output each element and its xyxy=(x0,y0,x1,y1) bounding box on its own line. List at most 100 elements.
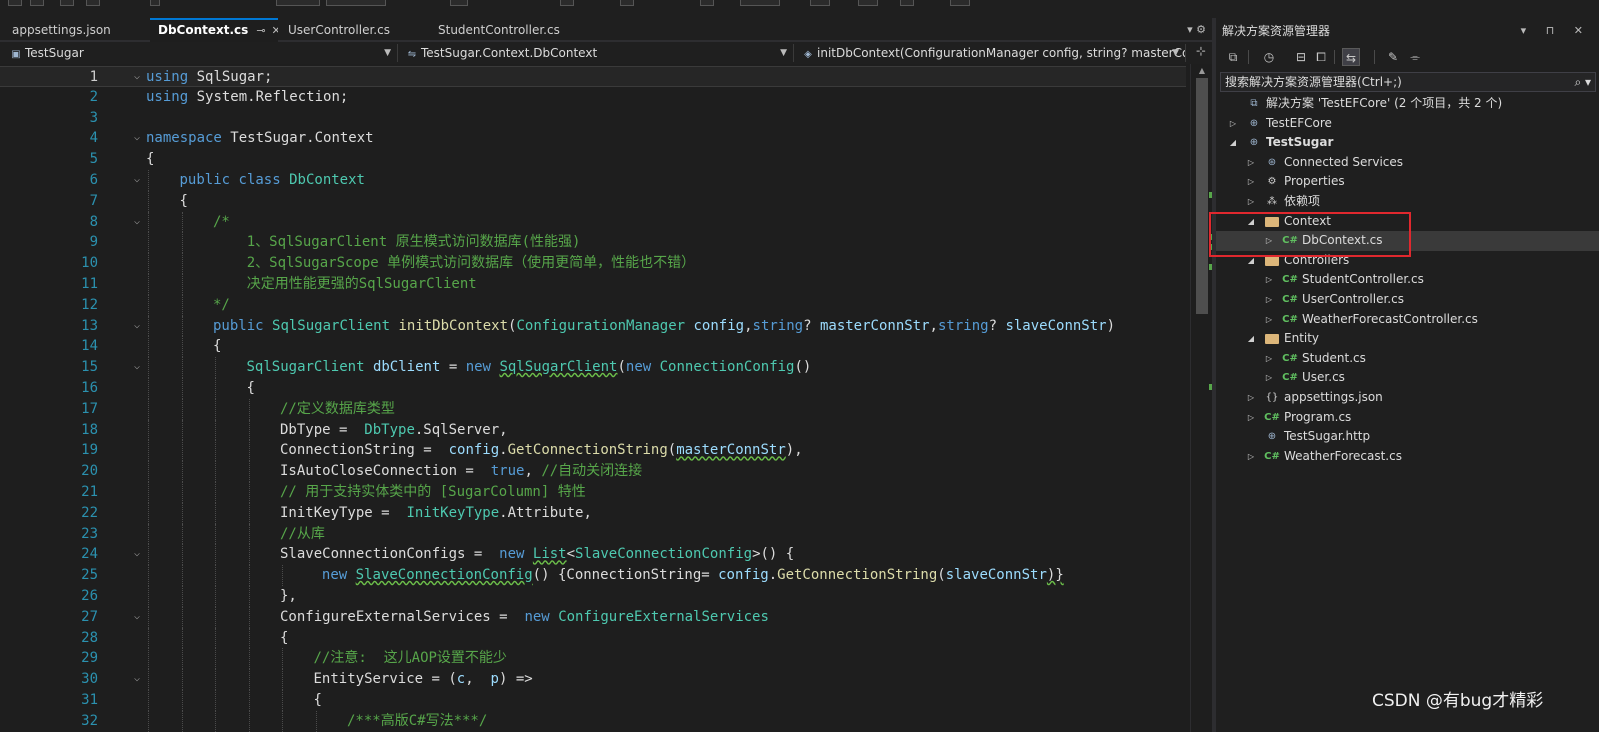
member-selector[interactable]: ◈ initDbContext(ConfigurationManager conf… xyxy=(798,44,1186,62)
collapsed-arrow-icon[interactable]: ▷ xyxy=(1246,447,1256,467)
fold-toggle-icon[interactable]: ⌵ xyxy=(130,170,144,191)
vs-icon[interactable]: ⧉ xyxy=(1224,48,1242,66)
tree-item[interactable]: ▷ C# Student.cs xyxy=(1216,349,1599,369)
tree-item[interactable]: ◢ Entity xyxy=(1216,329,1599,349)
toolbar-button[interactable] xyxy=(86,0,100,6)
fold-toggle-icon[interactable]: ⌵ xyxy=(130,128,144,149)
tab-studentcontroller-cs[interactable]: StudentController.cs xyxy=(430,18,598,42)
code-line[interactable]: 15 ⌵ SqlSugarClient dbClient = new SqlSuga… xyxy=(0,357,1186,378)
vertical-scrollbar[interactable]: ▲ xyxy=(1190,64,1212,732)
code-line[interactable]: 18 DbType = DbType.SqlServer, xyxy=(0,419,1186,441)
tab-usercontroller-cs[interactable]: UserController.cs xyxy=(280,18,430,42)
toolbar-button[interactable] xyxy=(450,0,468,6)
code-line[interactable]: 25 new SlaveConnectionConfig() {Connecti… xyxy=(0,565,1186,586)
expanded-arrow-icon[interactable]: ◢ xyxy=(1228,133,1238,153)
collapsed-arrow-icon[interactable]: ▷ xyxy=(1246,153,1256,173)
tree-item[interactable]: ▷ {} appsettings.json xyxy=(1216,388,1599,408)
tree-item[interactable]: ▷ ⊛ Connected Services xyxy=(1216,153,1599,173)
toolbar-button[interactable] xyxy=(60,0,74,6)
toolbar-button[interactable] xyxy=(858,0,878,6)
project-selector[interactable]: ▣ TestSugar ▼ xyxy=(6,44,398,62)
tab-overflow-settings-icon[interactable]: ▾ ⚙ xyxy=(1187,18,1206,42)
fold-toggle-icon[interactable]: ⌵ xyxy=(130,357,144,378)
code-line[interactable]: 8 ⌵ /* xyxy=(0,211,1186,233)
toolbar-button[interactable] xyxy=(700,0,714,6)
code-line[interactable]: 31 { xyxy=(0,690,1186,711)
code-line[interactable]: 14 { xyxy=(0,336,1186,358)
collapsed-arrow-icon[interactable]: ▷ xyxy=(1264,290,1274,310)
collapsed-arrow-icon[interactable]: ▷ xyxy=(1246,172,1256,192)
collapsed-arrow-icon[interactable]: ▷ xyxy=(1264,310,1274,330)
code-line[interactable]: 4 ⌵ namespace TestSugar.Context xyxy=(0,128,1186,149)
code-line[interactable]: 11 决定用性能更强的SqlSugarClient xyxy=(0,274,1186,295)
pin-icon[interactable]: ⊸ xyxy=(256,21,265,41)
toolbar-button[interactable] xyxy=(620,0,634,6)
solution-search-input[interactable] xyxy=(1221,73,1561,91)
wrench-icon[interactable]: ✎ xyxy=(1384,48,1402,66)
tree-item[interactable]: ▷ C# UserController.cs xyxy=(1216,290,1599,310)
properties-icon[interactable]: ⌯ xyxy=(1406,48,1424,66)
code-line[interactable]: 22 InitKeyType = InitKeyType.Attribute, xyxy=(0,502,1186,524)
toolbar-button[interactable] xyxy=(326,0,386,6)
history-icon[interactable]: ◷ xyxy=(1260,48,1278,66)
collapse-icon[interactable]: ⊟ xyxy=(1292,48,1310,66)
search-icon[interactable]: ⌕ ▾ xyxy=(1574,73,1591,91)
code-line[interactable]: 13 ⌵ public SqlSugarClient initDbContext(C… xyxy=(0,315,1186,337)
code-line[interactable]: 10 2、SqlSugarScope 单例模式访问数据库（使用更简单，性能也不错… xyxy=(0,253,1186,274)
code-line[interactable]: 2 using System.Reflection; xyxy=(0,87,1186,108)
code-line[interactable]: 1 ⌵ using SqlSugar; xyxy=(0,66,1186,87)
code-line[interactable]: 16 { xyxy=(0,378,1186,399)
code-line[interactable]: 23 //从库 xyxy=(0,523,1186,545)
split-editor-icon[interactable]: ⊹ xyxy=(1196,44,1206,58)
tree-item[interactable]: ⧉ 解决方案 'TestEFCore' (2 个项目，共 2 个) xyxy=(1216,94,1599,114)
code-line[interactable]: 28 { xyxy=(0,627,1186,649)
scrollbar-thumb[interactable] xyxy=(1196,78,1208,314)
fold-toggle-icon[interactable]: ⌵ xyxy=(130,212,144,233)
toolbar-button[interactable] xyxy=(900,0,914,6)
tree-item[interactable]: ▷ ⁂ 依赖项 xyxy=(1216,192,1599,212)
fold-toggle-icon[interactable]: ⌵ xyxy=(130,607,144,628)
collapsed-arrow-icon[interactable]: ▷ xyxy=(1246,388,1256,408)
tree-item[interactable]: ▷ ⊕ TestEFCore xyxy=(1216,114,1599,134)
code-line[interactable]: 12 */ xyxy=(0,294,1186,316)
tree-item[interactable]: ▷ C# User.cs xyxy=(1216,368,1599,388)
code-line[interactable]: 9 1、SqlSugarClient 原生模式访问数据库(性能强) xyxy=(0,232,1186,254)
code-line[interactable]: 29 //注意: 这儿AOP设置不能少 xyxy=(0,648,1186,670)
code-line[interactable]: 5{ xyxy=(0,149,1186,170)
close-icon[interactable]: ✕ xyxy=(272,21,278,41)
fold-toggle-icon[interactable]: ⌵ xyxy=(130,67,144,88)
collapsed-arrow-icon[interactable]: ▷ xyxy=(1246,408,1256,428)
toolbar-button[interactable] xyxy=(560,0,574,6)
tree-item[interactable]: ▷ C# WeatherForecast.cs xyxy=(1216,447,1599,467)
code-line[interactable]: 19 ConnectionString = config.GetConnectio… xyxy=(0,440,1186,462)
tab-dbcontext-cs[interactable]: DbContext.cs ⊸ ✕ xyxy=(150,18,278,42)
code-line[interactable]: 26}, xyxy=(0,586,1186,607)
solution-search-box[interactable]: ⌕ ▾ xyxy=(1220,72,1596,92)
tree-item[interactable]: ⊕ TestSugar.http xyxy=(1216,427,1599,447)
fold-toggle-icon[interactable]: ⌵ xyxy=(130,316,144,337)
code-line[interactable]: 32 /***高版C#写法***/ xyxy=(0,710,1186,732)
sync-icon[interactable]: ⇆ xyxy=(1342,48,1360,66)
tree-item[interactable]: ▷ C# Program.cs xyxy=(1216,408,1599,428)
tree-item[interactable]: ▷ ⚙ Properties xyxy=(1216,172,1599,192)
code-line[interactable]: 20 IsAutoCloseConnection = true, //自动关闭连接 xyxy=(0,461,1186,482)
scrollbar-track[interactable] xyxy=(1191,64,1212,732)
collapsed-arrow-icon[interactable]: ▷ xyxy=(1264,368,1274,388)
code-line[interactable]: 27 ⌵ ConfigureExternalServices = new Confi… xyxy=(0,606,1186,628)
tree-item[interactable]: ◢ ⊕ TestSugar xyxy=(1216,133,1599,153)
collapsed-arrow-icon[interactable]: ▷ xyxy=(1246,192,1256,212)
code-line[interactable]: 17 //定义数据库类型 xyxy=(0,398,1186,420)
expanded-arrow-icon[interactable]: ◢ xyxy=(1246,329,1256,349)
toolbar-button[interactable] xyxy=(150,0,160,6)
tree-item[interactable]: ▷ C# WeatherForecastController.cs xyxy=(1216,310,1599,330)
type-selector[interactable]: ⇋ TestSugar.Context.DbContext ▼ xyxy=(402,44,794,62)
code-line[interactable]: 3 xyxy=(0,108,1186,129)
tab-appsettings-json[interactable]: appsettings.json xyxy=(4,18,150,42)
code-editor[interactable]: {⊡ 1⌵using SqlSugar;2using System.Reflec… xyxy=(0,64,1212,732)
copy-icon[interactable]: ⧠ xyxy=(1312,48,1330,66)
toolbar-button[interactable] xyxy=(740,0,780,6)
collapsed-arrow-icon[interactable]: ▷ xyxy=(1228,114,1238,134)
code-line[interactable]: 24 ⌵ SlaveConnectionConfigs = new List<Sla… xyxy=(0,544,1186,566)
window-controls-icon[interactable]: ▾ ⊓ ✕ xyxy=(1521,18,1591,44)
code-line[interactable]: 30 ⌵ EntityService = (c, p) => xyxy=(0,669,1186,690)
